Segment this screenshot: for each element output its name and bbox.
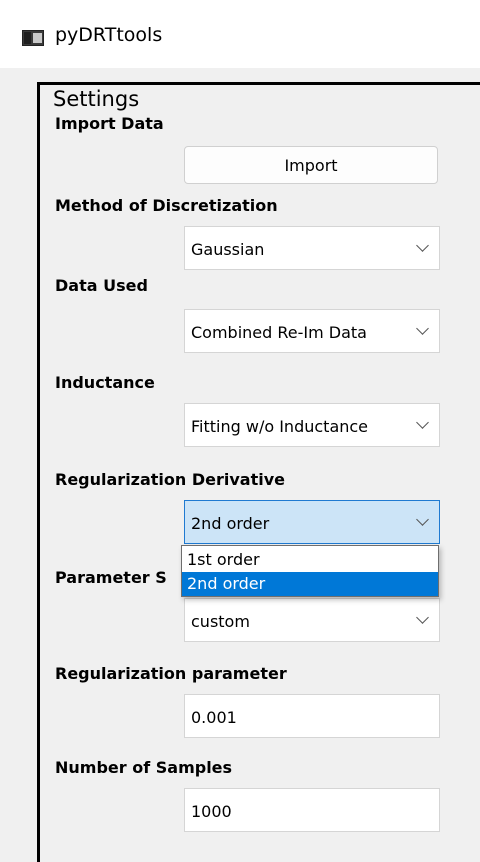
import-data-label: Import Data bbox=[55, 114, 164, 133]
groupbox-title: Settings bbox=[50, 86, 144, 112]
parameter-selection-label: Parameter S bbox=[55, 568, 167, 587]
regularization-derivative-dropdown: 1st order 2nd order bbox=[181, 545, 439, 597]
groupbox-border-top bbox=[37, 82, 480, 85]
method-of-discretization-select[interactable]: Gaussian bbox=[184, 226, 440, 270]
parameter-selection-value: custom bbox=[191, 612, 250, 631]
title-bar: pyDRTtools bbox=[0, 0, 480, 68]
inductance-select[interactable]: Fitting w/o Inductance bbox=[184, 403, 440, 447]
method-of-discretization-label: Method of Discretization bbox=[55, 196, 278, 215]
number-of-samples-value: 1000 bbox=[191, 802, 232, 821]
import-button[interactable]: Import bbox=[184, 146, 438, 184]
method-of-discretization-value: Gaussian bbox=[191, 240, 265, 259]
regularization-derivative-label: Regularization Derivative bbox=[55, 470, 286, 489]
parameter-selection-select[interactable]: custom bbox=[184, 598, 440, 642]
chevron-down-icon bbox=[416, 322, 429, 335]
regularization-parameter-value: 0.001 bbox=[191, 708, 237, 727]
chevron-down-icon bbox=[416, 416, 429, 429]
dropdown-option-selected[interactable]: 2nd order bbox=[182, 572, 438, 596]
window-title: pyDRTtools bbox=[55, 24, 163, 46]
data-used-label: Data Used bbox=[55, 276, 148, 295]
app-window-icon bbox=[22, 30, 44, 46]
chevron-down-icon bbox=[416, 513, 429, 526]
data-used-value: Combined Re-Im Data bbox=[191, 323, 367, 342]
inductance-label: Inductance bbox=[55, 373, 155, 392]
number-of-samples-input[interactable]: 1000 bbox=[184, 788, 440, 832]
groupbox-border-left bbox=[37, 82, 40, 862]
chevron-down-icon bbox=[416, 239, 429, 252]
regularization-parameter-input[interactable]: 0.001 bbox=[184, 694, 440, 738]
dropdown-option[interactable]: 1st order bbox=[182, 548, 438, 572]
regularization-derivative-select[interactable]: 2nd order bbox=[184, 500, 440, 544]
regularization-derivative-value: 2nd order bbox=[191, 514, 270, 533]
inductance-value: Fitting w/o Inductance bbox=[191, 417, 369, 436]
data-used-select[interactable]: Combined Re-Im Data bbox=[184, 309, 440, 353]
chevron-down-icon bbox=[416, 611, 429, 624]
number-of-samples-label: Number of Samples bbox=[55, 758, 233, 777]
regularization-parameter-label: Regularization parameter bbox=[55, 664, 287, 683]
